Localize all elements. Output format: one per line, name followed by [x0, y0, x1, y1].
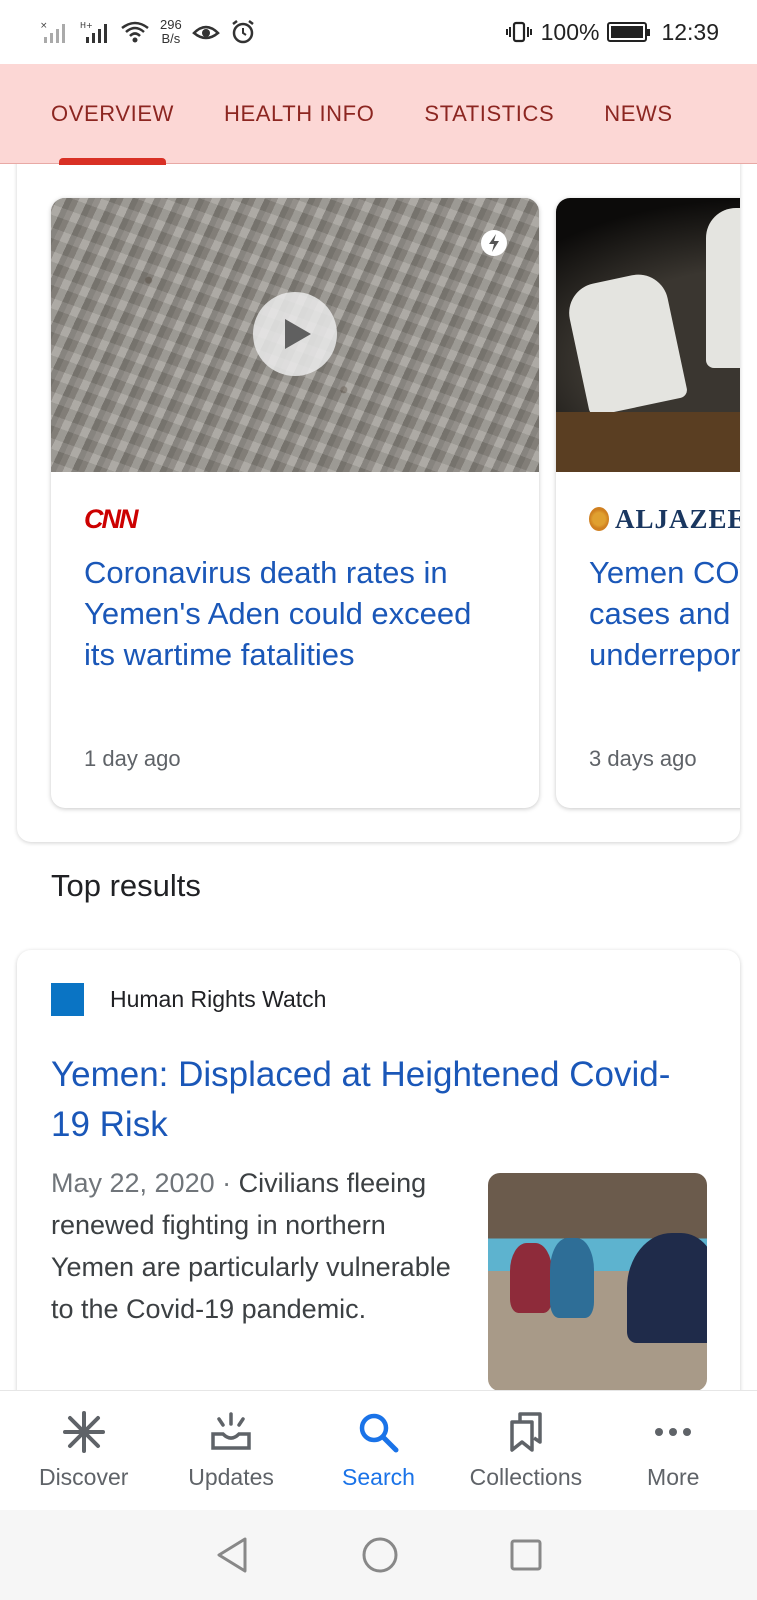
bottom-navigation: Discover Updates Search Collections More: [0, 1390, 757, 1510]
tab-health-info[interactable]: HEALTH INFO: [224, 64, 374, 164]
nav-more[interactable]: More: [603, 1410, 743, 1491]
result-date: May 22, 2020: [51, 1168, 215, 1198]
nav-updates[interactable]: Updates: [161, 1410, 301, 1491]
cell-signal-icon: H+: [80, 21, 107, 43]
nav-label: Discover: [38, 1464, 129, 1490]
top-stories-carousel[interactable]: CNN Coronavirus death rates in Yemen's A…: [17, 150, 740, 842]
nav-label: More: [647, 1464, 700, 1490]
status-icons-right: 100% 12:39: [505, 19, 719, 46]
network-speed: 296 B/s: [160, 17, 182, 46]
system-navigation-bar: [0, 1510, 757, 1600]
nav-search[interactable]: Search: [308, 1410, 448, 1491]
nav-label: Search: [342, 1464, 415, 1490]
svg-text:×: ×: [40, 21, 48, 31]
story-card[interactable]: CNN Coronavirus death rates in Yemen's A…: [51, 198, 539, 808]
nav-discover[interactable]: Discover: [14, 1410, 154, 1491]
aljazeera-logo: ALJAZEE: [589, 502, 740, 536]
battery-icon: [607, 22, 651, 42]
story-headline[interactable]: Yemen COV cases and c underreport: [589, 552, 740, 675]
story-thumbnail[interactable]: [51, 198, 539, 472]
tab-overview[interactable]: OVERVIEW: [51, 64, 174, 165]
back-triangle-icon[interactable]: [215, 1535, 251, 1575]
search-icon: [360, 1413, 399, 1453]
hrw-favicon-icon: [51, 983, 84, 1016]
status-bar: × H+ 296 B/s 100% 12:39: [0, 0, 757, 64]
result-site-name: Human Rights Watch: [110, 986, 327, 1012]
tab-news[interactable]: NEWS: [604, 64, 672, 164]
nav-label: Updates: [188, 1464, 274, 1490]
asterisk-icon: [62, 1411, 105, 1453]
wifi-icon: [121, 21, 149, 43]
topic-tabs: OVERVIEW HEALTH INFO STATISTICS NEWS: [0, 64, 757, 165]
search-result-card[interactable]: Human Rights Watch Yemen: Displaced at H…: [17, 950, 740, 1410]
svg-text:H+: H+: [80, 21, 93, 30]
story-thumbnail[interactable]: [556, 198, 740, 472]
result-thumbnail[interactable]: [488, 1173, 707, 1391]
story-timestamp: 3 days ago: [589, 746, 697, 771]
result-snippet: May 22, 2020 · Civilians fleeing renewed…: [51, 1168, 451, 1324]
result-source[interactable]: Human Rights Watch: [51, 983, 326, 1016]
eye-comfort-icon: [191, 25, 220, 40]
home-circle-icon[interactable]: [361, 1536, 399, 1574]
no-sim-signal-icon: ×: [40, 21, 65, 43]
alarm-icon: [231, 20, 254, 44]
clock: 12:39: [661, 18, 719, 45]
tab-statistics[interactable]: STATISTICS: [424, 64, 554, 164]
story-card[interactable]: ALJAZEE Yemen COV cases and c underrepor…: [556, 198, 740, 808]
amp-lightning-icon: [481, 230, 507, 256]
nav-label: Collections: [469, 1464, 583, 1490]
story-timestamp: 1 day ago: [84, 746, 181, 771]
cnn-logo: CNN: [84, 503, 139, 534]
bookmarks-icon: [510, 1412, 542, 1452]
aljazeera-mark-icon: [589, 507, 609, 531]
updates-tray-icon: [211, 1412, 251, 1450]
more-dots-icon: [655, 1428, 692, 1436]
recents-square-icon[interactable]: [509, 1538, 543, 1572]
status-icons-left: × H+ 296 B/s: [40, 18, 256, 46]
result-title-link[interactable]: Yemen: Displaced at Heightened Covid-19 …: [51, 1050, 671, 1150]
nav-collections[interactable]: Collections: [456, 1410, 596, 1491]
story-headline[interactable]: Coronavirus death rates in Yemen's Aden …: [84, 552, 506, 675]
play-video-icon[interactable]: [253, 292, 337, 376]
top-results-heading: Top results: [51, 868, 201, 903]
battery-percent: 100%: [540, 18, 600, 45]
vibrate-icon: [505, 21, 532, 43]
